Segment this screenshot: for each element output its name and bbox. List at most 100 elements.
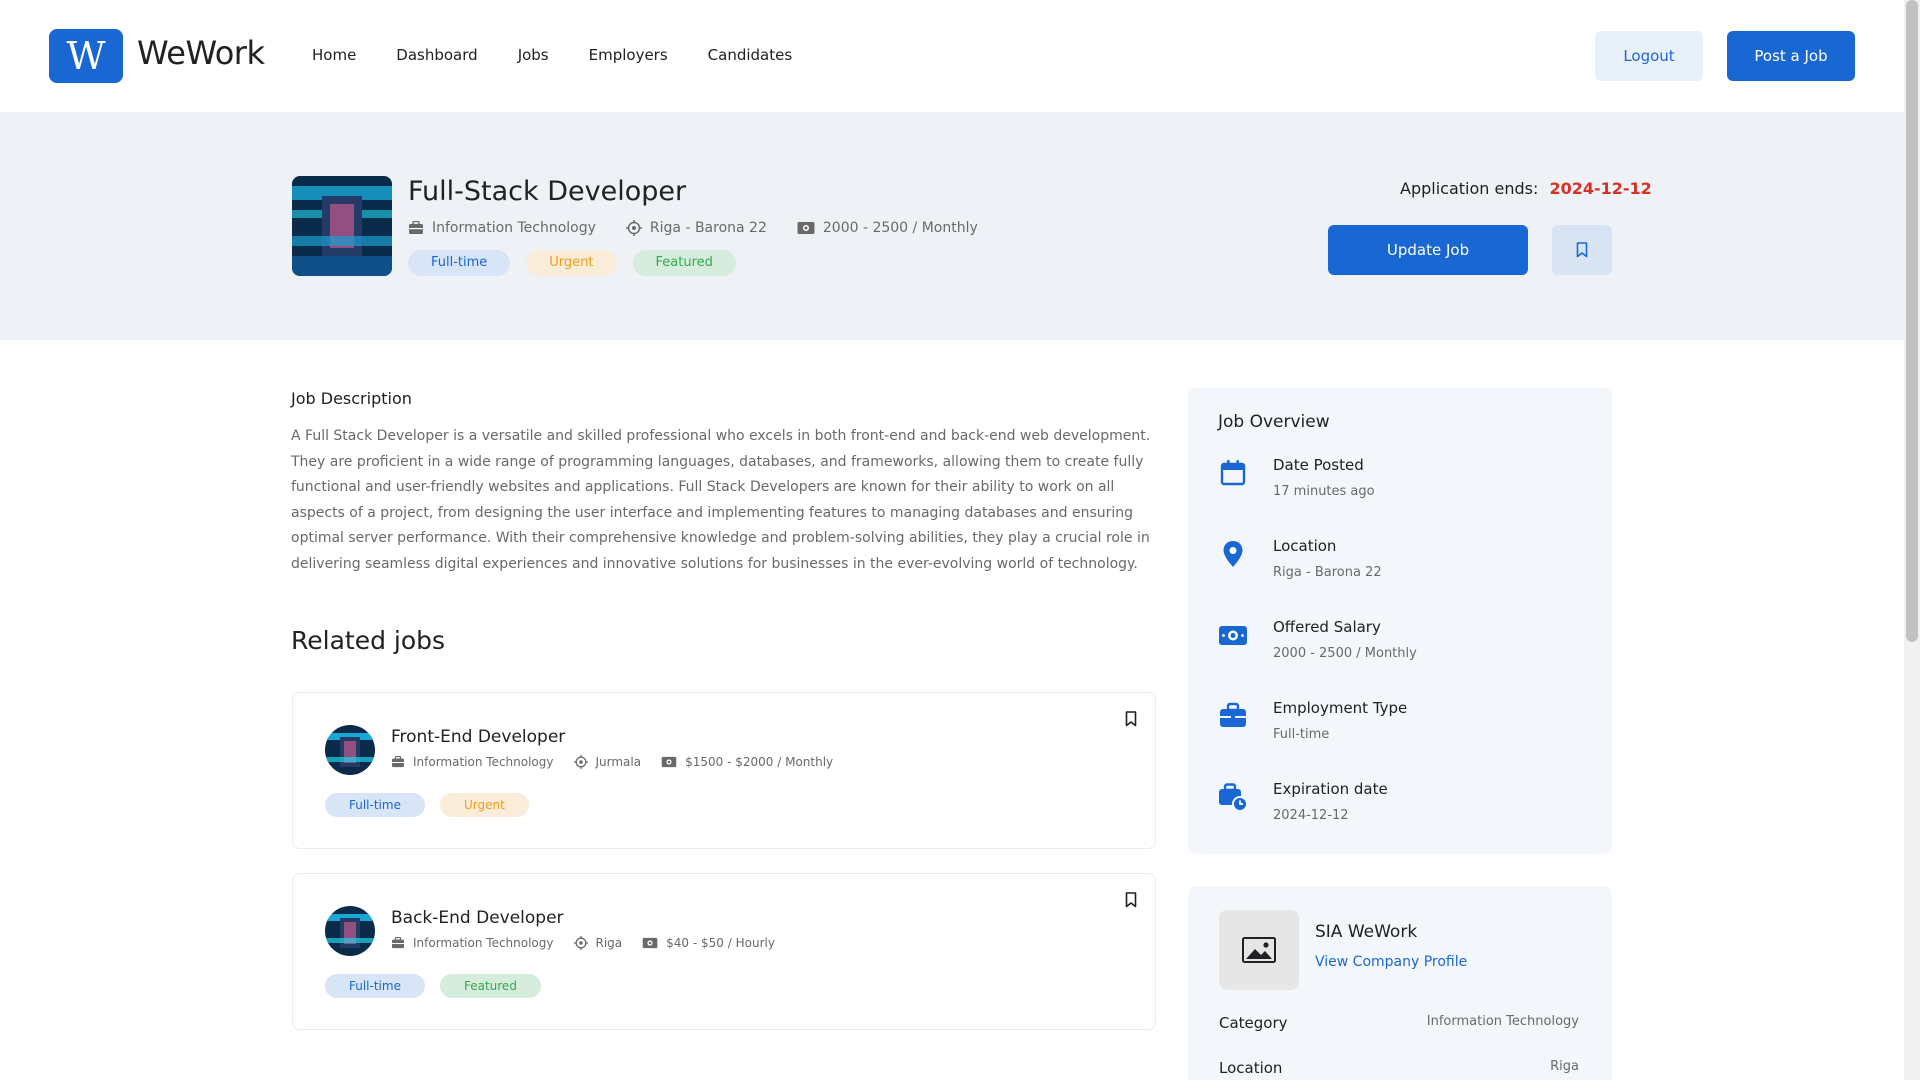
related-job-salary-text: $40 - $50 / Hourly — [666, 936, 775, 950]
update-job-button[interactable]: Update Job — [1328, 225, 1528, 275]
tag-full-time: Full-time — [325, 793, 425, 817]
related-job-card[interactable]: Front-End Developer Information Technolo… — [292, 692, 1156, 849]
bookmark-button[interactable] — [1125, 711, 1137, 731]
related-job-category-text: Information Technology — [413, 755, 554, 769]
briefcase-icon — [392, 937, 404, 949]
overview-value: 2000 - 2500 / Monthly — [1273, 646, 1417, 661]
related-job-location-text: Jurmala — [595, 755, 642, 769]
view-company-profile-link[interactable]: View Company Profile — [1315, 954, 1467, 970]
tag-urgent: Urgent — [526, 250, 617, 276]
nav-candidates[interactable]: Candidates — [708, 46, 793, 64]
company-category-value: Information Technology — [1426, 1014, 1579, 1029]
related-job-card[interactable]: Back-End Developer Information Technolog… — [292, 873, 1156, 1030]
overview-location: Location Riga - Barona 22 — [1218, 537, 1578, 597]
related-job-meta: Information Technology Jurmala $1500 - $… — [391, 755, 853, 769]
overview-value: 17 minutes ago — [1273, 484, 1375, 499]
location-icon — [573, 755, 588, 769]
company-logo — [1219, 910, 1299, 990]
related-job-salary: $40 - $50 / Hourly — [642, 936, 775, 950]
overview-value: 2024-12-12 — [1273, 808, 1349, 823]
calendar-icon — [1220, 460, 1246, 486]
related-job-category: Information Technology — [391, 936, 554, 950]
main-nav: Home Dashboard Jobs Employers Candidates — [312, 46, 832, 64]
overview-label: Location — [1273, 537, 1337, 555]
tag-full-time: Full-time — [325, 974, 425, 998]
overview-label: Expiration date — [1273, 780, 1388, 798]
location-icon — [625, 220, 642, 236]
logout-button[interactable]: Logout — [1595, 31, 1703, 81]
overview-value: Full-time — [1273, 727, 1330, 742]
job-description-title: Job Description — [291, 389, 412, 408]
related-job-meta: Information Technology Riga $40 - $50 / … — [391, 936, 795, 950]
bookmark-button[interactable] — [1552, 225, 1612, 275]
location-pin-icon — [1223, 541, 1243, 567]
related-job-tags: Full-time Urgent — [325, 793, 544, 817]
bookmark-icon — [1576, 242, 1588, 258]
bookmark-button[interactable] — [1125, 892, 1137, 912]
nav-employers[interactable]: Employers — [589, 46, 668, 64]
job-category: Information Technology — [408, 220, 596, 236]
overview-salary: Offered Salary 2000 - 2500 / Monthly — [1218, 618, 1578, 678]
top-header: W WeWork Home Dashboard Jobs Employers C… — [0, 0, 1904, 112]
related-job-category-text: Information Technology — [413, 936, 554, 950]
briefcase-clock-icon — [1219, 783, 1248, 812]
tag-urgent: Urgent — [439, 793, 529, 817]
nav-jobs[interactable]: Jobs — [518, 46, 549, 64]
overview-employment-type: Employment Type Full-time — [1218, 699, 1578, 759]
overview-value: Riga - Barona 22 — [1273, 565, 1382, 580]
related-jobs-title: Related jobs — [291, 626, 446, 655]
related-job-thumbnail — [325, 725, 375, 775]
job-meta: Information Technology Riga - Barona 22 … — [408, 220, 1008, 236]
overview-label: Employment Type — [1273, 699, 1408, 717]
company-panel: SIA WeWork View Company Profile Category… — [1188, 886, 1612, 1080]
briefcase-icon — [1220, 702, 1246, 727]
nav-home[interactable]: Home — [312, 46, 356, 64]
application-ends-date: 2024-12-12 — [1549, 179, 1652, 198]
overview-label: Date Posted — [1273, 456, 1364, 474]
related-job-salary: $1500 - $2000 / Monthly — [661, 755, 833, 769]
company-category-label: Category — [1219, 1014, 1288, 1032]
money-icon — [1219, 626, 1247, 645]
company-name: SIA WeWork — [1315, 922, 1418, 942]
company-category-row: Category Information Technology — [1219, 1014, 1579, 1032]
company-location-value: Riga — [1550, 1059, 1579, 1074]
job-title: Full-Stack Developer — [408, 176, 687, 207]
briefcase-icon — [392, 756, 404, 768]
post-job-button[interactable]: Post a Job — [1727, 31, 1855, 81]
related-job-location: Riga — [573, 936, 623, 950]
location-icon — [573, 936, 588, 950]
briefcase-icon — [409, 221, 423, 234]
job-overview-panel: Job Overview Date Posted 17 minutes ago … — [1188, 388, 1612, 854]
company-location-row: Location Riga — [1219, 1059, 1579, 1077]
overview-expiration-date: Expiration date 2024-12-12 — [1218, 780, 1578, 840]
job-location: Riga - Barona 22 — [625, 220, 767, 236]
related-job-salary-text: $1500 - $2000 / Monthly — [685, 755, 834, 769]
job-location-text: Riga - Barona 22 — [649, 220, 767, 236]
company-location-label: Location — [1219, 1059, 1283, 1077]
bookmark-icon — [1125, 711, 1137, 727]
job-thumbnail — [292, 176, 392, 276]
tag-full-time: Full-time — [408, 250, 511, 276]
related-job-thumbnail — [325, 906, 375, 956]
overview-date-posted: Date Posted 17 minutes ago — [1218, 456, 1578, 516]
tag-featured: Featured — [632, 250, 736, 276]
scrollbar-thumb[interactable] — [1906, 0, 1918, 642]
related-job-title[interactable]: Front-End Developer — [391, 727, 565, 747]
related-job-tags: Full-time Featured — [325, 974, 556, 998]
job-description-text: A Full Stack Developer is a versatile an… — [291, 428, 1151, 572]
brand-name[interactable]: WeWork — [137, 34, 265, 72]
related-job-title[interactable]: Back-End Developer — [391, 908, 564, 928]
job-category-text: Information Technology — [432, 220, 596, 236]
overview-label: Offered Salary — [1273, 618, 1381, 636]
application-ends: Application ends: 2024-12-12 — [1400, 179, 1652, 198]
image-placeholder-icon — [1242, 937, 1276, 963]
logo-icon[interactable]: W — [49, 29, 123, 83]
job-salary-text: 2000 - 2500 / Monthly — [822, 220, 978, 236]
related-job-category: Information Technology — [391, 755, 554, 769]
related-job-location-text: Riga — [595, 936, 623, 950]
job-overview-title: Job Overview — [1218, 412, 1330, 432]
money-icon — [642, 937, 658, 949]
tag-featured: Featured — [439, 974, 541, 998]
application-ends-label: Application ends: — [1400, 179, 1539, 198]
nav-dashboard[interactable]: Dashboard — [396, 46, 477, 64]
